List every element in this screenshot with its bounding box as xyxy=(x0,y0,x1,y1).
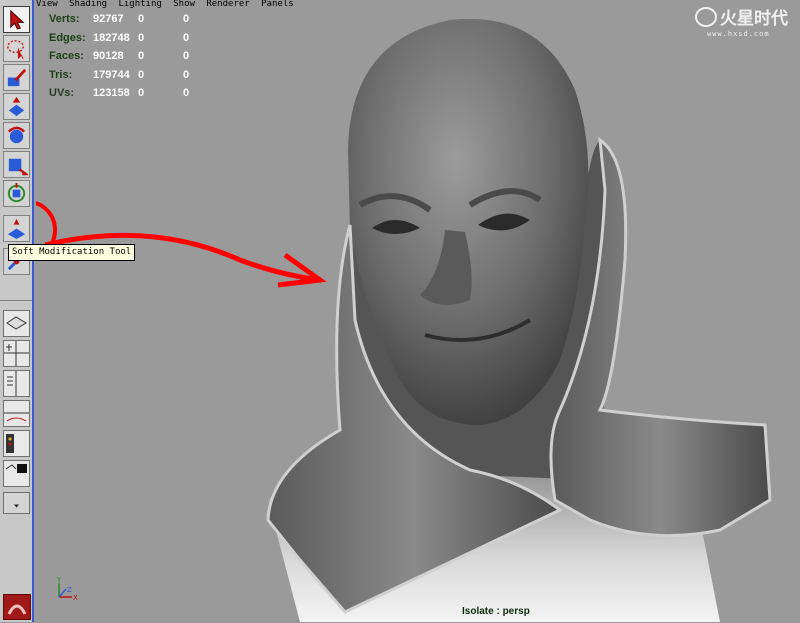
layout-graph-pane-button[interactable] xyxy=(3,400,30,427)
maya-logo-icon xyxy=(7,604,27,615)
menu-shading[interactable]: Shading xyxy=(69,0,107,9)
universal-manipulator-tool-button[interactable] xyxy=(3,180,30,207)
hud-component: 0 xyxy=(183,13,190,25)
hud-row-verts: Verts: 92767 0 0 xyxy=(49,10,189,29)
watermark-logo-icon: 火星时代 xyxy=(695,7,788,29)
annotation-arrowhead xyxy=(277,252,327,288)
hypershade-pane-icon xyxy=(6,434,14,453)
single-pane-icon xyxy=(6,316,27,330)
move-tool-button[interactable] xyxy=(3,93,30,120)
hud-label: UVs: xyxy=(49,87,75,99)
axis-x-label: X xyxy=(73,594,78,602)
maya-logo[interactable] xyxy=(3,594,31,620)
rotate-icon xyxy=(7,126,26,144)
menu-renderer[interactable]: Renderer xyxy=(206,0,249,9)
hud-value: 90128 xyxy=(93,50,124,62)
hud-selected: 0 xyxy=(138,13,145,25)
move-icon xyxy=(8,96,25,117)
hud-row-uvs: UVs: 123158 0 0 xyxy=(49,84,189,103)
select-tool-button[interactable] xyxy=(3,6,30,33)
poly-count-hud: Verts: 92767 0 0 Edges: 182748 0 0 Faces… xyxy=(49,10,189,103)
hud-row-edges: Edges: 182748 0 0 xyxy=(49,29,189,48)
paint-select-tool-button[interactable] xyxy=(3,64,30,91)
four-pane-icon xyxy=(4,341,29,366)
layout-render-pane-button[interactable] xyxy=(3,460,30,487)
layout-outliner-pane-button[interactable] xyxy=(3,370,30,397)
menu-view[interactable]: View xyxy=(36,0,58,9)
tooltip: Soft Modification Tool xyxy=(8,244,136,261)
hud-value: 123158 xyxy=(93,87,130,99)
layout-hypershade-pane-button[interactable] xyxy=(3,430,30,457)
menu-show[interactable]: Show xyxy=(173,0,195,9)
hud-selected: 0 xyxy=(138,50,145,62)
watermark-url: www.hxsd.com xyxy=(707,30,770,38)
axis-y-label: Y xyxy=(56,576,62,584)
menu-lighting[interactable]: Lighting xyxy=(118,0,161,9)
layout-four-pane-button[interactable] xyxy=(3,340,30,367)
arrow-icon xyxy=(10,9,25,30)
isolate-camera-label: Isolate : persp xyxy=(462,606,530,617)
lasso-tool-button[interactable] xyxy=(3,35,30,62)
watermark-logo-text: 火星时代 xyxy=(720,8,788,29)
hud-label: Tris: xyxy=(49,68,73,81)
layout-menu-dropdown[interactable] xyxy=(3,492,30,514)
hud-row-tris: Tris: 179744 0 0 xyxy=(49,66,189,85)
scale-tool-button[interactable] xyxy=(3,151,30,178)
render-pane-icon xyxy=(5,464,27,473)
hud-selected: 0 xyxy=(138,31,145,44)
toolbox-divider xyxy=(0,300,32,301)
rotate-tool-button[interactable] xyxy=(3,122,30,149)
menu-panels[interactable]: Panels xyxy=(261,0,294,9)
hud-selected: 0 xyxy=(138,68,145,81)
paint-brush-icon xyxy=(7,68,27,87)
outliner-pane-icon xyxy=(7,371,17,396)
soft-mod-icon xyxy=(7,218,26,240)
hud-label: Edges: xyxy=(49,31,86,44)
hud-component: 0 xyxy=(183,31,190,44)
graph-pane-icon xyxy=(4,412,29,422)
hud-value: 182748 xyxy=(93,31,130,44)
chevron-down-icon xyxy=(14,504,19,508)
hud-selected: 0 xyxy=(138,87,145,99)
soft-modification-tool-button[interactable] xyxy=(3,215,30,242)
toolbox xyxy=(0,0,34,622)
scale-icon xyxy=(8,158,28,176)
hud-value: 179744 xyxy=(93,68,130,81)
axis-gizmo: Y Z X xyxy=(56,576,78,602)
hud-component: 0 xyxy=(183,68,190,81)
panel-menubar: View Shading Lighting Show Renderer Pane… xyxy=(36,0,300,10)
layout-single-pane-button[interactable] xyxy=(3,310,30,337)
hud-component: 0 xyxy=(183,87,190,99)
universal-manip-icon xyxy=(7,182,26,203)
hud-value: 92767 xyxy=(93,13,124,25)
lasso-icon xyxy=(7,40,24,60)
axis-z-label: Z xyxy=(67,586,72,594)
hud-row-faces: Faces: 90128 0 0 xyxy=(49,47,189,66)
hud-label: Faces: xyxy=(49,50,84,62)
hud-label: Verts: xyxy=(49,13,80,25)
hud-component: 0 xyxy=(183,50,190,62)
